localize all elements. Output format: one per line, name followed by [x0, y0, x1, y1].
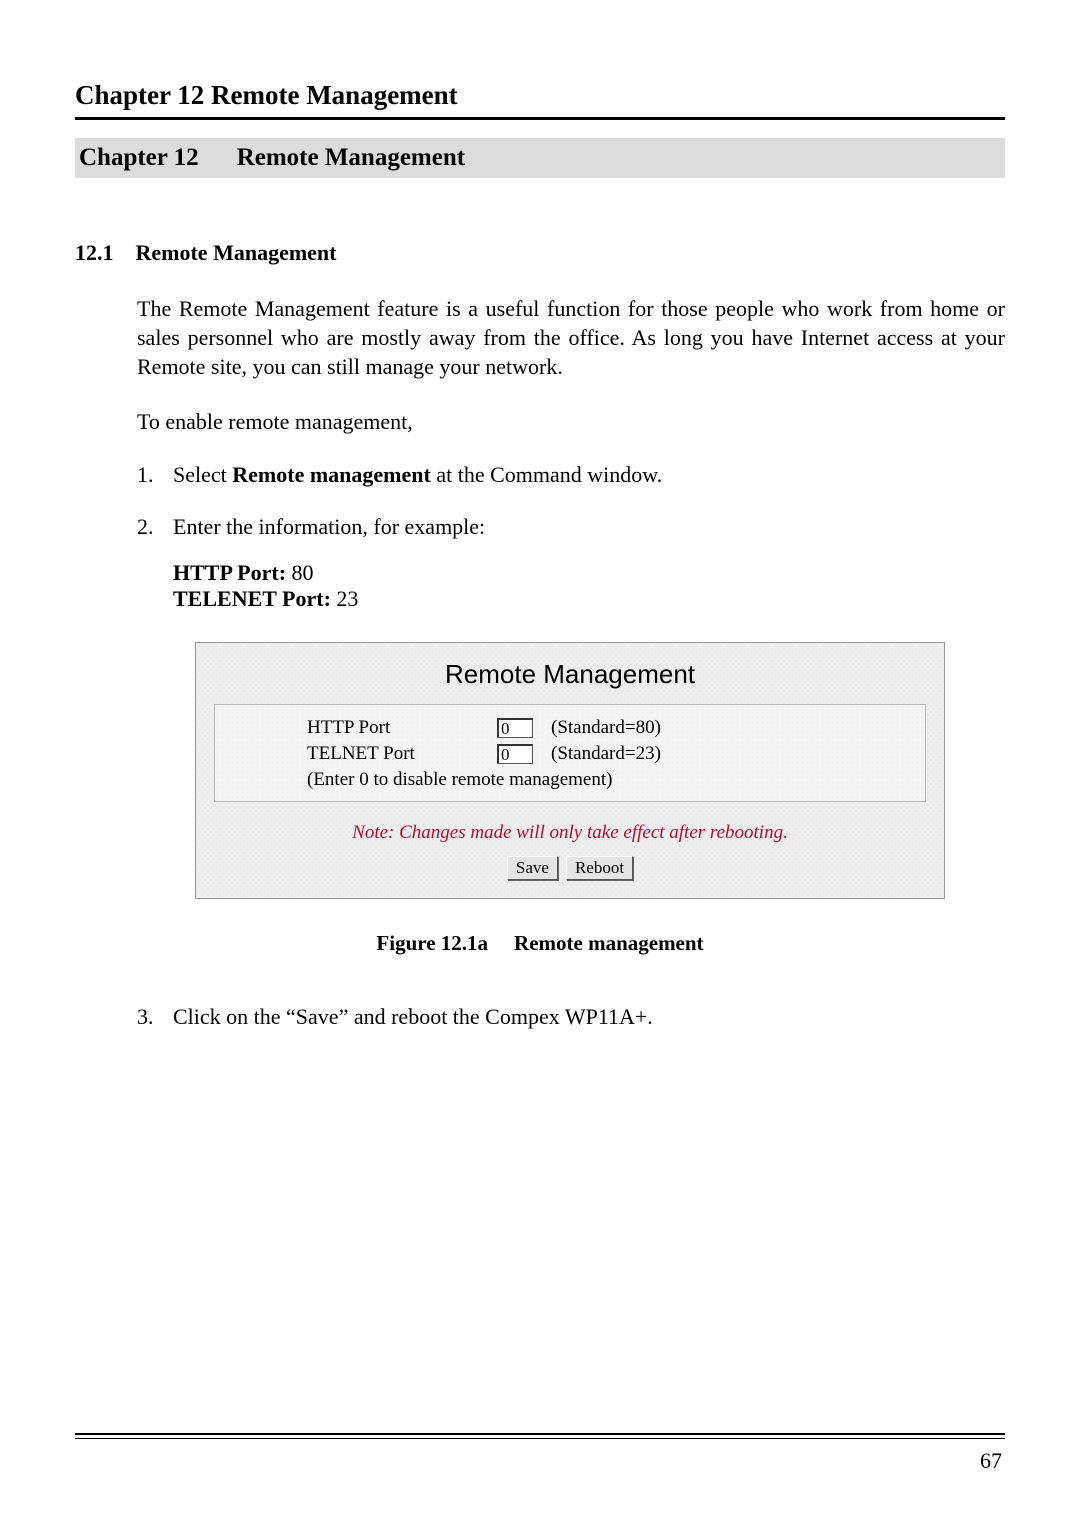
http-port-value: 80 — [292, 560, 314, 585]
reboot-button[interactable]: Reboot — [566, 856, 633, 880]
fig-http-label: HTTP Port — [227, 717, 497, 739]
figure-caption: Figure 12.1a Remote management — [75, 931, 1005, 956]
step1-suffix: at the Command window. — [431, 462, 662, 487]
figure-caption-label: Figure 12.1a — [376, 931, 488, 955]
ordered-list-continued: 3. Click on the “Save” and reboot the Co… — [137, 1004, 1005, 1030]
enable-lead: To enable remote management, — [137, 407, 1005, 436]
step3-text: Click on the “Save” and reboot the Compe… — [173, 1004, 1005, 1030]
figure-panel: HTTP Port 0 (Standard=80) TELNET Port 0 … — [214, 704, 926, 802]
intro-paragraph: The Remote Management feature is a usefu… — [137, 294, 1005, 381]
list-marker: 3. — [137, 1004, 173, 1030]
http-port-input[interactable]: 0 — [497, 718, 533, 738]
list-marker: 1. — [137, 462, 173, 488]
step1-bold: Remote management — [232, 462, 431, 487]
list-item: 1. Select Remote management at the Comma… — [137, 462, 1005, 488]
step1-prefix: Select — [173, 462, 232, 487]
step2-text: Enter the information, for example: — [173, 514, 1005, 540]
page: Chapter 12 Remote Management Chapter 12 R… — [0, 0, 1080, 1529]
section-heading: 12.1 Remote Management — [75, 240, 1005, 266]
http-port-label: HTTP Port: — [173, 560, 286, 585]
ordered-list: 1. Select Remote management at the Comma… — [137, 462, 1005, 540]
footer-rule — [75, 1433, 1005, 1439]
figure-title: Remote Management — [214, 653, 926, 704]
ports-example: HTTP Port: 80 TELENET Port: 23 — [173, 560, 1005, 612]
list-marker: 2. — [137, 514, 173, 540]
figure-screenshot: Remote Management HTTP Port 0 (Standard=… — [195, 642, 945, 899]
chapter-title: Remote Management — [237, 144, 465, 171]
figure-container: Remote Management HTTP Port 0 (Standard=… — [195, 642, 945, 899]
save-button[interactable]: Save — [507, 856, 558, 880]
section-number: 12.1 — [75, 240, 114, 266]
section-title: Remote Management — [136, 240, 337, 265]
list-item: 3. Click on the “Save” and reboot the Co… — [137, 1004, 1005, 1030]
chapter-label: Chapter 12 — [79, 144, 199, 171]
fig-telnet-label: TELNET Port — [227, 743, 497, 765]
fig-disable-hint: (Enter 0 to disable remote management) — [227, 767, 913, 791]
telnet-port-input[interactable]: 0 — [497, 744, 533, 764]
telnet-port-value: 23 — [336, 586, 358, 611]
fig-http-hint: (Standard=80) — [533, 717, 661, 739]
fig-telnet-hint: (Standard=23) — [533, 743, 661, 765]
page-number: 67 — [980, 1448, 1002, 1474]
figure-note: Note: Changes made will only take effect… — [214, 802, 926, 856]
telnet-port-label: TELENET Port: — [173, 586, 331, 611]
chapter-heading: Chapter 12 Remote Management — [75, 138, 1005, 178]
list-item: 2. Enter the information, for example: — [137, 514, 1005, 540]
running-header: Chapter 12 Remote Management — [75, 80, 1005, 120]
figure-caption-title: Remote management — [514, 931, 704, 955]
